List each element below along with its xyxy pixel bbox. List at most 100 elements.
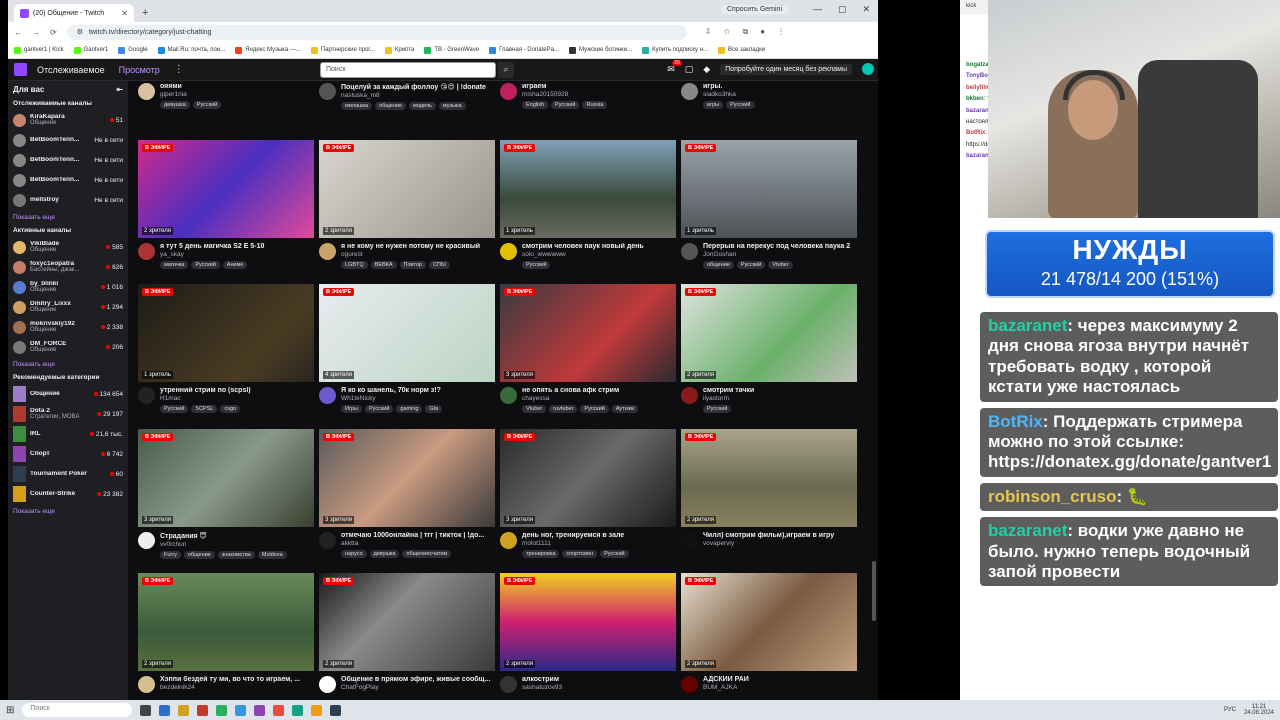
channel-avatar[interactable] (138, 676, 155, 693)
gemini-button[interactable]: Спросить Gemini (720, 5, 788, 14)
channel-avatar[interactable] (319, 676, 336, 693)
stream-card[interactable]: В ЭФИРЕ 2 зрителя Общение в прямом эфире, … (319, 573, 495, 693)
tag[interactable]: магичка (160, 261, 189, 269)
channel-avatar[interactable] (500, 83, 517, 100)
stream-card[interactable]: играем misha20150928 English Русский Russia (500, 81, 676, 109)
tag[interactable]: спортсмен (562, 550, 598, 558)
tag[interactable]: Русский (551, 101, 580, 109)
stream-thumbnail[interactable]: В ЭФИРЕ 2 зрителя (681, 573, 857, 671)
sidebar-channel-item[interactable]: by_blinki Общение 1 016 (13, 277, 123, 297)
turbo-promo-button[interactable]: Попробуйте один месяц без рекламы (720, 63, 852, 75)
bits-icon[interactable]: ◆ (703, 64, 710, 75)
stream-title[interactable]: отмечаю 1000онлайна | тгг | тикток | !до… (341, 532, 495, 539)
channel-avatar[interactable] (681, 532, 698, 549)
stream-title[interactable]: день ног, тренируемся в зале (522, 532, 676, 539)
site-info-icon[interactable]: ⚙ (77, 28, 83, 36)
sidebar-category-item[interactable]: Общение 134 654 (13, 384, 123, 404)
sidebar-channel-item[interactable]: BetBoomTenn... Не в сети (13, 170, 123, 190)
bookmark-item[interactable]: gantver1 | Kick (14, 46, 64, 54)
channel-avatar[interactable] (500, 243, 517, 260)
tag[interactable]: Moldova (257, 551, 287, 559)
stream-card[interactable]: В ЭФИРЕ 3 зрителя отмечаю 1000онлайна | тг… (319, 429, 495, 558)
stream-card[interactable]: В ЭФИРЕ 1 зритель Перерыв на перекус под ч… (681, 140, 857, 269)
bookmark-item[interactable]: Google (118, 46, 148, 54)
channel-avatar[interactable] (681, 387, 698, 404)
tag[interactable]: Русский (192, 101, 222, 109)
taskbar-app-icon[interactable] (292, 704, 304, 716)
tag[interactable]: Русский (703, 405, 732, 413)
stream-thumbnail[interactable]: В ЭФИРЕ 3 зрителя (319, 429, 495, 527)
chat-username[interactable]: bellyfilm (966, 85, 990, 91)
tag[interactable]: общение (375, 102, 407, 110)
bookmark-item[interactable]: Gantver1 (73, 46, 108, 54)
bookmark-item[interactable]: Mail.Ru: почта, пои... (157, 46, 225, 54)
forward-icon[interactable]: → (32, 28, 40, 37)
stream-thumbnail[interactable]: В ЭФИРЕ 3 зрителя (138, 429, 314, 527)
stream-card[interactable]: В ЭФИРЕ 4 зрителя Я ко ко шанель, 70к норм… (319, 284, 495, 413)
stream-title[interactable]: ояями (160, 83, 314, 90)
bookmark-item[interactable]: Купить подписку н... (642, 46, 708, 54)
new-tab-icon[interactable]: + (142, 7, 148, 19)
channel-name[interactable]: vovaperviy (703, 540, 857, 547)
stream-card[interactable]: ояями giper1nia девушка Русский (138, 81, 314, 109)
minimize-icon[interactable]: — (813, 4, 822, 15)
tag[interactable]: СПЫ (428, 261, 450, 269)
channel-name[interactable]: ChatFogPlay (341, 684, 495, 691)
tag[interactable]: gaming (396, 405, 423, 413)
channel-name[interactable]: molot1111 (522, 540, 676, 547)
bookmark-item[interactable]: Крипта (384, 46, 414, 54)
bookmark-item[interactable]: Яндекс Музыка —... (235, 46, 301, 54)
tag[interactable]: Русский (600, 550, 629, 558)
stream-title[interactable]: смотрим тачки (703, 387, 857, 394)
taskbar-app-icon[interactable] (216, 704, 228, 716)
stream-thumbnail[interactable]: В ЭФИРЕ 1 зритель (500, 140, 676, 238)
sidebar-channel-item[interactable]: mellstroy Не в сети (13, 190, 123, 210)
scrollbar[interactable] (872, 561, 876, 621)
tag[interactable]: csgo (220, 405, 241, 413)
sidebar-category-item[interactable]: Dota 2 Стратегии, MOBA 29 197 (13, 404, 123, 424)
tag[interactable]: Русский (160, 405, 189, 413)
show-more-categories[interactable]: Показать еще (13, 508, 123, 515)
stream-card[interactable]: Поцелуй за каждый фоллоу 😘😍 | !donate nas… (319, 81, 495, 110)
channel-avatar[interactable] (319, 532, 336, 549)
tag[interactable]: Повтор (399, 261, 426, 269)
bookmark-item[interactable]: Партнерские прог... (310, 46, 375, 54)
tag[interactable]: музыка (438, 102, 466, 110)
channel-name[interactable]: BUM_AJKA (703, 684, 857, 691)
taskbar-app-icon[interactable] (197, 704, 209, 716)
reload-icon[interactable]: ⟳ (50, 28, 57, 37)
channel-avatar[interactable] (500, 387, 517, 404)
channel-avatar[interactable] (138, 387, 155, 404)
tag[interactable]: Русский (580, 405, 609, 413)
bookmark-item[interactable]: Главная - DonatePa... (489, 46, 559, 54)
channel-name[interactable]: ogurest (341, 251, 495, 258)
stream-title[interactable]: игры. (703, 83, 857, 90)
extensions-icon[interactable]: ⧉ (743, 27, 749, 37)
sidebar-channel-item[interactable]: KiraKapara Общение 51 (13, 110, 123, 130)
sidebar-channel-item[interactable]: DM_FORCE Общение 206 (13, 337, 123, 357)
channel-name[interactable]: bezdelnik24 (160, 684, 314, 691)
sidebar-channel-item[interactable]: BetBoomTenn... Не в сети (13, 150, 123, 170)
channel-avatar[interactable] (319, 243, 336, 260)
nav-browse[interactable]: Просмотр (119, 65, 160, 75)
chat-username[interactable]: bkben (966, 96, 984, 102)
channel-avatar[interactable] (681, 676, 698, 693)
tag[interactable]: общениесчатом (402, 550, 452, 558)
sidebar-channel-item[interactable]: VikiBlade Общение 585 (13, 237, 123, 257)
channel-name[interactable]: giper1nia (160, 91, 314, 98)
tag[interactable]: SCPSL (191, 405, 218, 413)
tag[interactable]: нарусо (341, 550, 367, 558)
stream-card[interactable]: В ЭФИРЕ 2 зрителя я не кому не нужен потом… (319, 140, 495, 269)
sidebar-channel-item[interactable]: foxyc1eopatra Бассейны, джак... 626 (13, 257, 123, 277)
channel-name[interactable]: chayessa (522, 395, 676, 402)
menu-icon[interactable]: ⋮ (777, 27, 785, 37)
tag[interactable]: LGBTQ (341, 261, 368, 269)
channel-name[interactable]: misha20150928 (522, 91, 676, 98)
tag[interactable]: Vtuber (522, 405, 547, 413)
stream-thumbnail[interactable]: В ЭФИРЕ 2 зрителя (319, 573, 495, 671)
windows-start-icon[interactable]: ⊞ (6, 705, 14, 716)
stream-title[interactable]: Общение в прямом эфире, живые сообщ... (341, 676, 495, 683)
tag[interactable]: девушка (369, 550, 400, 558)
inbox-icon[interactable]: ✉ 20 (667, 59, 682, 75)
channel-name[interactable]: nastuska_m8 (341, 92, 495, 99)
